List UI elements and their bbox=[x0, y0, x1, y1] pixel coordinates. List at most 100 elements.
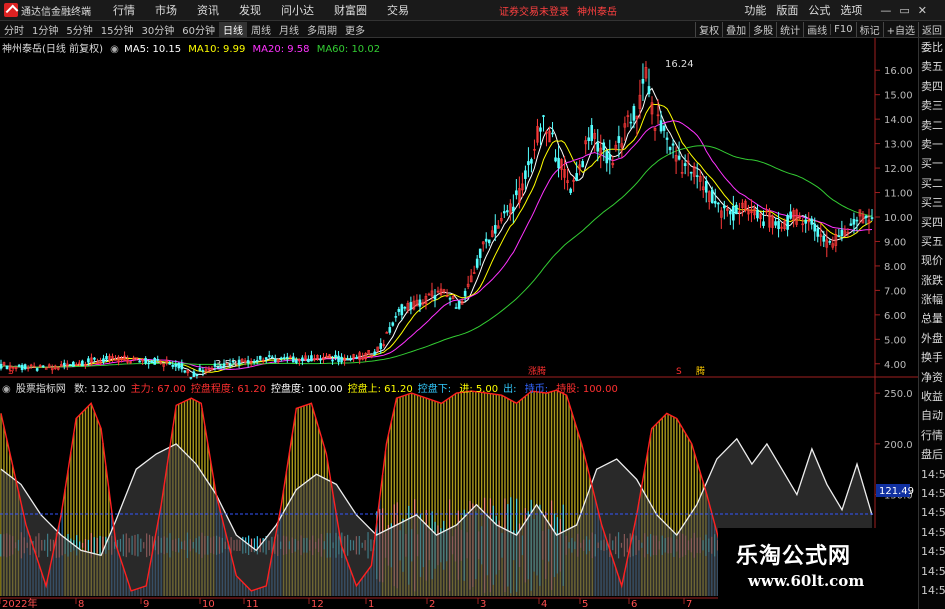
menu-item-market[interactable]: 市场 bbox=[155, 2, 177, 18]
date-tick-label: 2 bbox=[429, 599, 435, 609]
menu-options[interactable]: 选项 bbox=[840, 2, 862, 18]
side-panel-item[interactable]: 盘后 bbox=[919, 445, 945, 464]
close-icon[interactable]: ✕ bbox=[918, 4, 927, 17]
side-panel-item[interactable]: 收益 bbox=[919, 387, 945, 406]
side-panel-item[interactable]: 卖二 bbox=[919, 116, 945, 135]
side-panel-item[interactable]: 卖三 bbox=[919, 96, 945, 115]
f10-button[interactable]: F10 bbox=[830, 23, 855, 35]
date-tick-label: 10 bbox=[202, 599, 215, 609]
menu-item-news[interactable]: 资讯 bbox=[197, 2, 219, 18]
side-panel-item[interactable]: 行情 bbox=[919, 426, 945, 445]
menu-item-discover[interactable]: 发现 bbox=[239, 2, 261, 18]
legend-gear-icon[interactable]: ◉ bbox=[110, 44, 119, 55]
tab-5min[interactable]: 5分钟 bbox=[62, 22, 96, 37]
signal-marker-left: S bbox=[8, 367, 14, 377]
tab-monthly[interactable]: 月线 bbox=[275, 22, 303, 37]
candle-body bbox=[551, 132, 554, 135]
side-panel-item[interactable]: 卖五 bbox=[919, 57, 945, 76]
menu-formula[interactable]: 公式 bbox=[808, 2, 830, 18]
side-panel-item[interactable]: 外盘 bbox=[919, 329, 945, 348]
tab-more[interactable]: 更多 bbox=[341, 22, 369, 37]
menu-item-ask[interactable]: 问小达 bbox=[281, 2, 314, 18]
candle-body bbox=[870, 217, 874, 219]
menu-item-trade[interactable]: 交易 bbox=[387, 2, 409, 18]
stock-chart[interactable]: 16.0015.0014.0013.0012.0011.0010.009.008… bbox=[0, 38, 918, 609]
side-panel-item[interactable]: 现价 bbox=[919, 251, 945, 270]
toolbar-right-group: 复权 叠加 多股 统计 画线 F10 标记 +自选 返回 bbox=[695, 21, 945, 37]
side-panel-item[interactable]: 涨幅 bbox=[919, 290, 945, 309]
side-panel-item[interactable]: 14:50 bbox=[919, 542, 945, 561]
side-panel-item[interactable]: 卖四 bbox=[919, 77, 945, 96]
indicator-gear-icon[interactable]: ◉ bbox=[2, 384, 11, 395]
candle-body bbox=[105, 356, 108, 360]
candle-body bbox=[433, 295, 437, 300]
statistics-button[interactable]: 统计 bbox=[776, 21, 803, 37]
candle-body bbox=[270, 356, 274, 359]
candle-body bbox=[246, 360, 250, 364]
menu-function[interactable]: 功能 bbox=[744, 2, 766, 18]
maximize-icon[interactable]: ▭ bbox=[899, 4, 909, 17]
tab-intraday[interactable]: 分时 bbox=[0, 22, 28, 37]
back-button[interactable]: 返回 bbox=[918, 21, 945, 37]
side-panel-item[interactable]: 14:50 bbox=[919, 523, 945, 542]
candle-body bbox=[774, 221, 777, 226]
tab-multi-period[interactable]: 多周期 bbox=[303, 22, 341, 37]
ma10-label: MA10: 9.99 bbox=[188, 44, 246, 55]
tab-30min[interactable]: 30分钟 bbox=[137, 22, 178, 37]
side-panel-item[interactable]: 总量 bbox=[919, 309, 945, 328]
side-panel-item[interactable]: 换手 bbox=[919, 348, 945, 367]
candle-body bbox=[704, 180, 708, 193]
candle-body bbox=[463, 290, 467, 297]
candle-body bbox=[397, 309, 401, 312]
side-panel-item[interactable]: 买二 bbox=[919, 174, 945, 193]
menu-item-quotes[interactable]: 行情 bbox=[113, 2, 135, 18]
tab-daily[interactable]: 日线 bbox=[218, 21, 247, 37]
indicator-legend-item: 主力: 67.00 bbox=[130, 384, 186, 395]
candle-body bbox=[542, 115, 545, 117]
side-panel-item[interactable]: 涨跌 bbox=[919, 271, 945, 290]
candle-body bbox=[804, 219, 807, 224]
side-panel-item[interactable]: 买五 bbox=[919, 232, 945, 251]
indicator-legend-item: 进: 5.00 bbox=[459, 384, 499, 395]
side-panel-item[interactable]: 委比 bbox=[919, 38, 945, 57]
draw-line-button[interactable]: 画线 bbox=[803, 21, 830, 37]
candle-body bbox=[683, 163, 687, 166]
add-watchlist-button[interactable]: +自选 bbox=[882, 21, 918, 37]
overlay-button[interactable]: 叠加 bbox=[722, 21, 749, 37]
side-panel-item[interactable]: 买四 bbox=[919, 213, 945, 232]
candle-body bbox=[286, 356, 289, 359]
side-panel-item[interactable]: 卖一 bbox=[919, 135, 945, 154]
menu-right-group: 功能 版面 公式 选项 — ▭ ✕ bbox=[734, 0, 927, 20]
date-tick-label: 8 bbox=[78, 599, 84, 609]
login-status[interactable]: 证券交易未登录 bbox=[499, 3, 569, 18]
minimize-icon[interactable]: — bbox=[880, 4, 891, 17]
tab-15min[interactable]: 15分钟 bbox=[97, 22, 138, 37]
candle-body bbox=[855, 219, 859, 222]
candle-body bbox=[295, 360, 298, 363]
multi-stock-button[interactable]: 多股 bbox=[749, 21, 776, 37]
side-panel-item[interactable]: 买三 bbox=[919, 193, 945, 212]
high-price-label: 16.24 bbox=[665, 59, 694, 70]
adjust-button[interactable]: 复权 bbox=[695, 21, 722, 37]
mark-button[interactable]: 标记 bbox=[855, 21, 883, 37]
candle-body bbox=[762, 221, 765, 226]
candle-body bbox=[581, 161, 584, 168]
candle-body bbox=[716, 202, 720, 205]
side-panel-item[interactable]: 14:50 bbox=[919, 503, 945, 522]
side-panel-item[interactable]: 14:50 bbox=[919, 562, 945, 581]
tab-weekly[interactable]: 周线 bbox=[247, 22, 275, 37]
candle-body bbox=[319, 358, 322, 361]
side-panel-item[interactable]: 14:50 bbox=[919, 465, 945, 484]
menu-item-wealth[interactable]: 财富圈 bbox=[334, 2, 367, 18]
side-panel-item[interactable]: 买一 bbox=[919, 154, 945, 173]
menu-layout[interactable]: 版面 bbox=[776, 2, 798, 18]
candle-body bbox=[671, 143, 675, 146]
side-panel-item[interactable]: 自动 bbox=[919, 406, 945, 425]
candle-body bbox=[156, 359, 160, 361]
tab-1min[interactable]: 1分钟 bbox=[28, 22, 62, 37]
date-tick-label: 12 bbox=[311, 599, 324, 609]
side-panel-item[interactable]: 净资 bbox=[919, 368, 945, 387]
tab-60min[interactable]: 60分钟 bbox=[178, 22, 219, 37]
side-panel-item[interactable]: 14:50 bbox=[919, 484, 945, 503]
side-panel-item[interactable]: 14:50 bbox=[919, 581, 945, 600]
